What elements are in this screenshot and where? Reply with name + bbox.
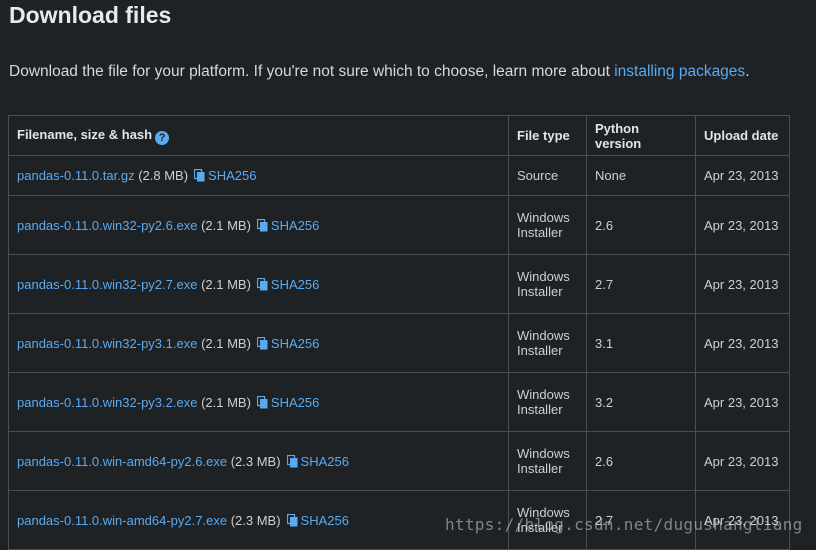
file-download-link[interactable]: pandas-0.11.0.win32-py2.7.exe (17, 277, 197, 292)
sha256-button[interactable]: SHA256 (194, 168, 256, 183)
sha256-button[interactable]: SHA256 (256, 394, 320, 410)
file-size: (2.8 MB) (138, 168, 189, 183)
file-type-cell: Windows Installer (508, 195, 587, 255)
python-version-cell: 2.6 (586, 431, 696, 491)
file-download-link[interactable]: pandas-0.11.0.win32-py3.1.exe (17, 336, 197, 351)
file-type-cell: Source (508, 155, 587, 196)
filename-cell: pandas-0.11.0.win-amd64-py2.7.exe (2.3 M… (8, 490, 509, 550)
upload-date-cell: Apr 23, 2013 (695, 313, 790, 373)
file-type-header: File type (508, 115, 587, 156)
sha256-button[interactable]: SHA256 (286, 453, 349, 469)
file-type-cell: Windows Installer (508, 313, 587, 373)
sha256-button[interactable]: SHA256 (256, 335, 320, 351)
sha256-label: SHA256 (270, 394, 320, 410)
file-size: (2.1 MB) (201, 276, 251, 292)
file-type-cell: Windows Installer (508, 431, 587, 491)
copy-icon (286, 454, 298, 468)
table-row: pandas-0.11.0.win32-py3.2.exe (2.1 MB) SH… (8, 372, 790, 432)
upload-date-cell: Apr 23, 2013 (695, 431, 790, 491)
file-type-cell: Windows Installer (508, 254, 587, 314)
watermark: https://blog.csdn.net/dugushangliang (445, 515, 803, 534)
file-size: (2.1 MB) (201, 335, 251, 351)
sha256-label: SHA256 (270, 276, 320, 292)
python-version-cell: 2.6 (586, 195, 696, 255)
intro-text: Download the file for your platform. If … (9, 63, 750, 81)
sha256-label: SHA256 (270, 217, 320, 233)
table-row: pandas-0.11.0.tar.gz (2.8 MB) SHA256 Sourc… (8, 155, 790, 196)
filename-cell: pandas-0.11.0.tar.gz (2.8 MB) SHA256 (8, 155, 509, 196)
file-download-link[interactable]: pandas-0.11.0.win32-py3.2.exe (17, 395, 197, 410)
filename-cell: pandas-0.11.0.win32-py3.1.exe (2.1 MB) SH… (8, 313, 509, 373)
sha256-label: SHA256 (300, 453, 349, 469)
installing-packages-link[interactable]: installing packages (614, 63, 745, 80)
sha256-label: SHA256 (270, 335, 320, 351)
intro-sentence: Download the file for your platform. If … (9, 63, 615, 80)
upload-date-cell: Apr 23, 2013 (695, 254, 790, 314)
filename-cell: pandas-0.11.0.win32-py2.7.exe (2.1 MB) SH… (8, 254, 509, 314)
table-row: pandas-0.11.0.win32-py3.1.exe (2.1 MB) SH… (8, 313, 790, 373)
header-row: Filename, size & hash? File type Python … (8, 115, 790, 156)
filename-header-label: Filename, size & hash (17, 126, 153, 142)
python-version-cell: 3.1 (586, 313, 696, 373)
copy-icon (256, 218, 268, 232)
filename-cell: pandas-0.11.0.win32-py2.6.exe (2.1 MB) SH… (8, 195, 509, 255)
copy-icon (194, 169, 205, 182)
table-row: pandas-0.11.0.win32-py2.7.exe (2.1 MB) SH… (8, 254, 790, 314)
files-table: Filename, size & hash? File type Python … (8, 115, 790, 550)
file-rows: pandas-0.11.0.tar.gz (2.8 MB) SHA256 Sourc… (8, 155, 790, 550)
sha256-label: SHA256 (208, 168, 257, 183)
python-version-cell: None (586, 155, 696, 196)
file-download-link[interactable]: pandas-0.11.0.win32-py2.6.exe (17, 218, 197, 233)
file-size: (2.1 MB) (201, 217, 251, 233)
file-type-cell: Windows Installer (508, 372, 587, 432)
copy-icon (286, 513, 298, 527)
table-row: pandas-0.11.0.win-amd64-py2.6.exe (2.3 M… (8, 431, 790, 491)
sha256-button[interactable]: SHA256 (256, 276, 320, 292)
filename-cell: pandas-0.11.0.win32-py3.2.exe (2.1 MB) SH… (8, 372, 509, 432)
copy-icon (256, 395, 268, 409)
filename-header: Filename, size & hash? (8, 115, 509, 156)
sha256-button[interactable]: SHA256 (286, 512, 349, 528)
file-size: (2.3 MB) (230, 453, 281, 469)
file-download-link[interactable]: pandas-0.11.0.win-amd64-py2.7.exe (17, 513, 227, 528)
upload-date-cell: Apr 23, 2013 (695, 155, 790, 196)
page-title: Download files (9, 2, 172, 28)
file-size: (2.3 MB) (230, 512, 281, 528)
file-download-link[interactable]: pandas-0.11.0.win-amd64-py2.6.exe (17, 454, 227, 469)
python-version-cell: 2.7 (586, 254, 696, 314)
upload-date-header: Upload date (695, 115, 790, 156)
copy-icon (256, 336, 268, 350)
upload-date-cell: Apr 23, 2013 (695, 372, 790, 432)
upload-date-cell: Apr 23, 2013 (695, 195, 790, 255)
sha256-button[interactable]: SHA256 (256, 217, 320, 233)
intro-suffix: . (745, 63, 750, 80)
sha256-label: SHA256 (300, 512, 349, 528)
file-size: (2.1 MB) (201, 394, 251, 410)
file-download-link[interactable]: pandas-0.11.0.tar.gz (17, 168, 135, 183)
table-row: pandas-0.11.0.win32-py2.6.exe (2.1 MB) SH… (8, 195, 790, 255)
question-circle-icon[interactable]: ? (155, 130, 170, 145)
copy-icon (256, 277, 268, 291)
python-version-header: Python version (586, 115, 696, 156)
filename-cell: pandas-0.11.0.win-amd64-py2.6.exe (2.3 M… (8, 431, 509, 491)
python-version-cell: 3.2 (586, 372, 696, 432)
